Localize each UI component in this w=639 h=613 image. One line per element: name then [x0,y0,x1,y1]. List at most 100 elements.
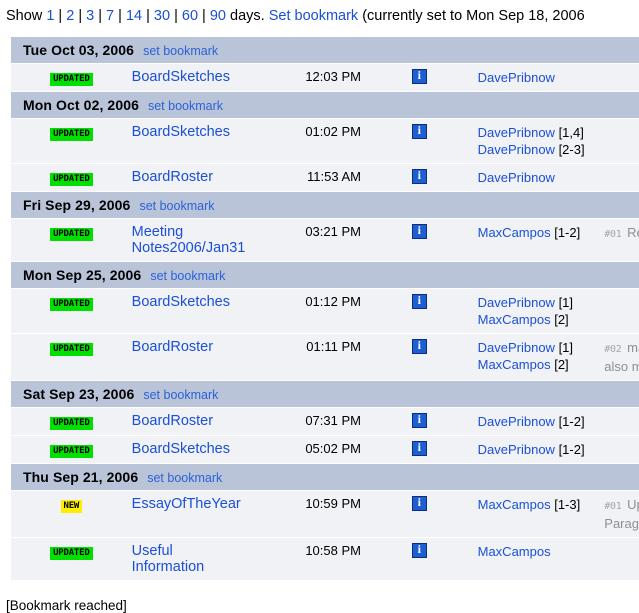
day-header-cell: Mon Oct 02, 2006 set bookmark [11,91,639,119]
set-bookmark-link-day[interactable]: set bookmark [147,471,222,485]
entry-time: 10:59 PM [305,496,361,511]
entry-time-cell: 01:12 PM [244,288,361,334]
page-link[interactable]: BoardRoster [132,413,213,429]
entry-flag-cell: NEW [11,490,128,538]
entry-page-cell: Meeting Notes2006/Jan31 [127,218,246,262]
entry-page-cell: Useful Information [127,537,245,580]
revision-range: [1-2] [550,225,581,240]
page-link[interactable]: BoardSketches [132,124,230,140]
day-range-options: 1 | 2 | 3 | 7 | 14 | 30 | 60 | 90 [46,8,230,24]
info-icon[interactable] [411,293,427,309]
author-line: DavePribnow [478,69,595,86]
page-link[interactable]: EssayOfTheYear [132,496,241,512]
change-entry-row: UPDATED Meeting Notes2006/Jan31 03:21 PM Ma… [11,218,639,262]
updated-badge: UPDATED [50,173,93,186]
set-bookmark-link-day[interactable]: set bookmark [143,44,218,58]
author-link[interactable]: DavePribnow [478,70,555,85]
author-link[interactable]: DavePribnow [478,125,555,140]
info-icon[interactable] [411,440,427,456]
set-bookmark-link[interactable]: Set bookmark [269,8,358,24]
author-link[interactable]: DavePribnow [478,414,555,429]
page-link[interactable]: Useful Information [132,543,205,575]
page-link[interactable]: Meeting Notes2006/Jan31 [132,224,246,256]
author-link[interactable]: MaxCampos [478,544,551,559]
info-icon[interactable] [411,68,427,84]
entry-flag-cell: UPDATED [11,163,128,192]
day-option-7[interactable]: 7 [106,8,114,24]
info-icon[interactable] [411,223,427,239]
day-header-row: Thu Sep 21, 2006 set bookmark [11,463,639,491]
author-link[interactable]: DavePribnow [478,142,555,157]
revision-range: [2] [550,357,569,372]
day-date-label: Fri Sep 29, 2006 [23,197,131,213]
day-option-90[interactable]: 90 [210,8,226,24]
comment-line: #01 Uploa [604,496,639,515]
day-header-cell: Sat Sep 23, 2006 set bookmark [11,380,639,408]
entry-authors-cell: DavePribnow [477,63,595,92]
change-entry-row: UPDATED BoardSketches 01:02 PM DavePribnow … [11,118,639,164]
entry-info-cell [360,218,478,262]
author-link[interactable]: MaxCampos [478,312,551,327]
author-link[interactable]: MaxCampos [478,357,551,372]
author-link[interactable]: DavePribnow [478,170,555,185]
entry-time: 12:03 PM [305,69,361,84]
day-header-row: Mon Oct 02, 2006 set bookmark [11,91,639,119]
day-header-cell: Fri Sep 29, 2006 set bookmark [11,191,639,219]
author-line: MaxCampos [1-3] [478,496,595,513]
day-option-separator: | [94,8,107,24]
info-icon[interactable] [411,338,427,354]
entry-authors-cell: DavePribnow [1,4] DavePribnow [2-3] [477,118,595,164]
entry-info-cell [360,490,478,538]
change-entry-row: UPDATED BoardRoster 01:11 PM DavePribnow [1… [11,333,639,381]
entry-time-cell: 10:58 PM [244,537,361,580]
revision-range: [1-2] [554,414,585,429]
change-entry-row: NEW EssayOfTheYear 10:59 PM MaxCampos [1-3]… [11,490,639,538]
info-icon[interactable] [411,542,427,558]
change-entry-row: UPDATED Useful Information 10:58 PM MaxCamp… [11,537,639,580]
entry-time: 01:02 PM [305,124,361,139]
day-option-separator: | [114,8,126,24]
entry-time-cell: 11:53 AM [244,163,361,192]
entry-time: 01:12 PM [305,294,361,309]
author-link[interactable]: DavePribnow [478,442,555,457]
entry-flag-cell: UPDATED [11,407,128,436]
entry-time-cell: 12:03 PM [244,63,361,92]
set-bookmark-link-day[interactable]: set bookmark [148,99,223,113]
day-option-60[interactable]: 60 [182,8,198,24]
entry-flag-cell: UPDATED [11,333,128,381]
entry-time: 10:58 PM [305,543,361,558]
page-link[interactable]: BoardRoster [132,339,213,355]
updated-badge: UPDATED [50,128,93,141]
comment-text: makin [627,340,639,355]
set-bookmark-link-day[interactable]: set bookmark [150,269,225,283]
comment-line: Paraguay. [604,515,639,532]
set-bookmark-link-day[interactable]: set bookmark [139,199,214,213]
author-link[interactable]: MaxCampos [478,497,551,512]
author-link[interactable]: DavePribnow [478,295,555,310]
author-link[interactable]: DavePribnow [478,340,555,355]
info-icon[interactable] [411,123,427,139]
page-link[interactable]: BoardRoster [132,169,213,185]
day-option-3[interactable]: 3 [86,8,94,24]
entry-info-cell [360,333,478,381]
comment-text: Rever [627,225,639,240]
updated-badge: UPDATED [50,228,93,241]
day-option-14[interactable]: 14 [126,8,142,24]
info-icon[interactable] [411,168,427,184]
updated-badge: UPDATED [50,343,93,356]
recent-changes-table: Tue Oct 03, 2006 set bookmark UPDATED Board… [11,36,639,580]
day-date-label: Thu Sep 21, 2006 [23,469,139,485]
day-option-30[interactable]: 30 [154,8,170,24]
comment-line: also minor [604,358,639,375]
info-icon[interactable] [411,412,427,428]
revision-range: [1-2] [554,442,585,457]
entry-authors-cell: MaxCampos [1-3] [477,490,595,538]
info-icon[interactable] [411,495,427,511]
page-link[interactable]: BoardSketches [132,69,230,85]
page-link[interactable]: BoardSketches [132,294,230,310]
bookmark-reached-note: [Bookmark reached] [6,598,127,613]
set-bookmark-link-day[interactable]: set bookmark [143,388,218,402]
page-link[interactable]: BoardSketches [132,441,230,457]
entry-page-cell: EssayOfTheYear [127,490,245,538]
author-link[interactable]: MaxCampos [478,225,551,240]
